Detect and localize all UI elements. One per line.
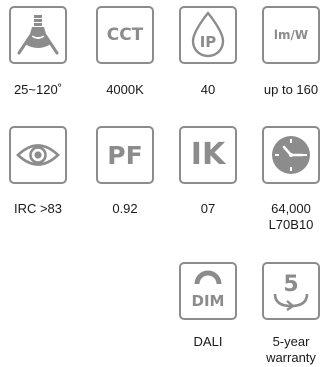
- spec-value-cri: IRC >83: [13, 201, 63, 216]
- spec-value-lifetime-rating: L70B10: [268, 217, 314, 232]
- eye-cri-icon: [9, 126, 67, 184]
- spec-value-lifetime-hours: 64,000: [271, 201, 311, 216]
- cct-icon-label: CCT: [106, 24, 144, 45]
- dim-icon-label: DIM: [191, 291, 225, 310]
- beam-angle-lamp-icon: [9, 6, 67, 64]
- spec-value-ip: 40: [200, 82, 216, 97]
- clock-lifetime-icon: [262, 126, 320, 184]
- spec-value-power-factor: 0.92: [112, 201, 138, 216]
- spec-value-cct: 4000K: [106, 82, 144, 97]
- cct-icon: CCT: [96, 6, 154, 64]
- impact-rating-icon: IK: [179, 126, 237, 184]
- spec-value-dimming: DALI: [193, 334, 223, 349]
- ip-rating-drop-icon: IP: [179, 6, 237, 64]
- efficacy-icon-label: lm/W: [273, 28, 309, 42]
- spec-value-beam-angle: 25~120˚: [13, 82, 63, 97]
- pf-icon-label: PF: [107, 140, 143, 170]
- dimming-icon: DIM: [179, 262, 237, 320]
- efficacy-icon: lm/W: [262, 6, 320, 64]
- spec-value-warranty-label: warranty: [266, 350, 316, 365]
- warranty-icon: 5: [262, 262, 320, 320]
- spec-value-efficacy: up to 160: [263, 82, 319, 97]
- power-factor-icon: PF: [96, 126, 154, 184]
- ik-icon-label: IK: [190, 137, 226, 172]
- spec-value-warranty-years: 5-year: [272, 334, 310, 349]
- ip-icon-label: IP: [199, 32, 217, 51]
- spec-value-ik: 07: [200, 201, 216, 216]
- warranty-years-label: 5: [283, 272, 299, 297]
